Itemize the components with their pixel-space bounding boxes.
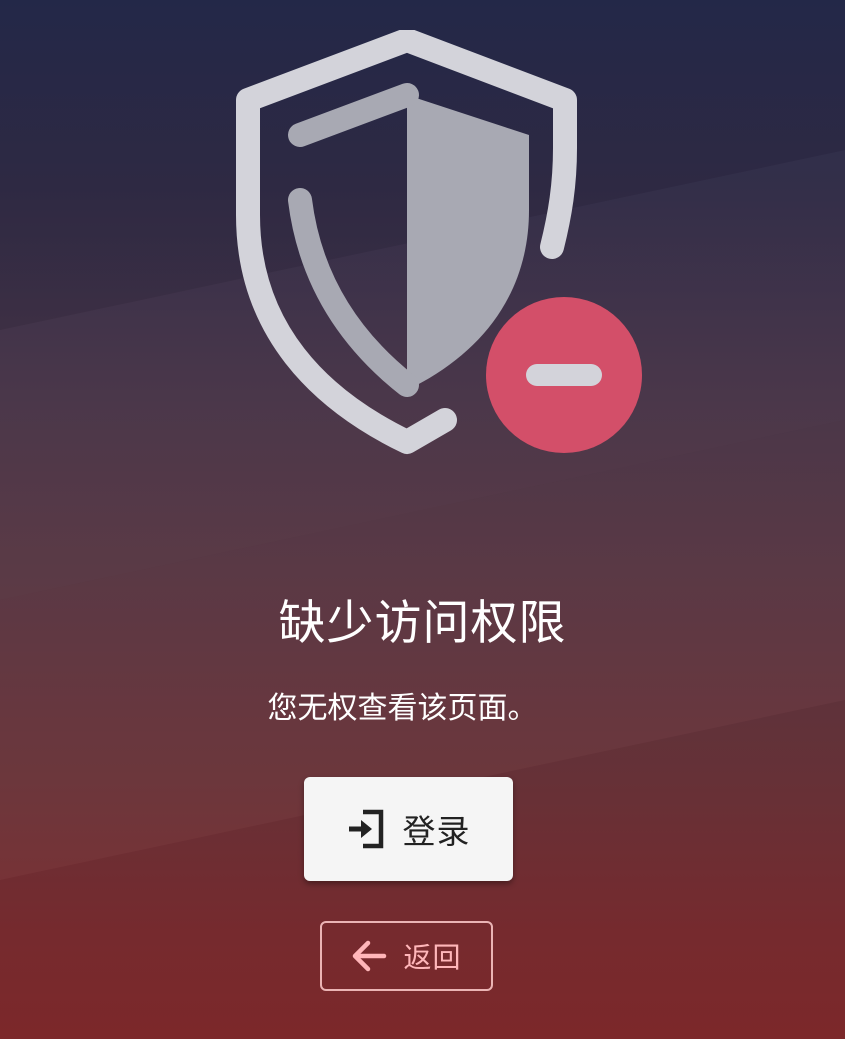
back-button[interactable]: 返回 bbox=[320, 921, 493, 991]
page-message: 您无权查看该页面。 bbox=[267, 691, 538, 726]
page-title: 缺少访问权限 bbox=[278, 596, 567, 651]
login-button[interactable]: 登录 bbox=[304, 777, 513, 881]
arrow-left-icon bbox=[353, 940, 387, 972]
shield-with-minus-icon bbox=[236, 30, 642, 454]
login-enter-icon bbox=[348, 809, 383, 849]
access-denied-page: 缺少访问权限 您无权查看该页面。 登录 返回 bbox=[0, 0, 845, 1039]
back-button-label: 返回 bbox=[403, 941, 462, 974]
login-button-label: 登录 bbox=[402, 812, 471, 851]
